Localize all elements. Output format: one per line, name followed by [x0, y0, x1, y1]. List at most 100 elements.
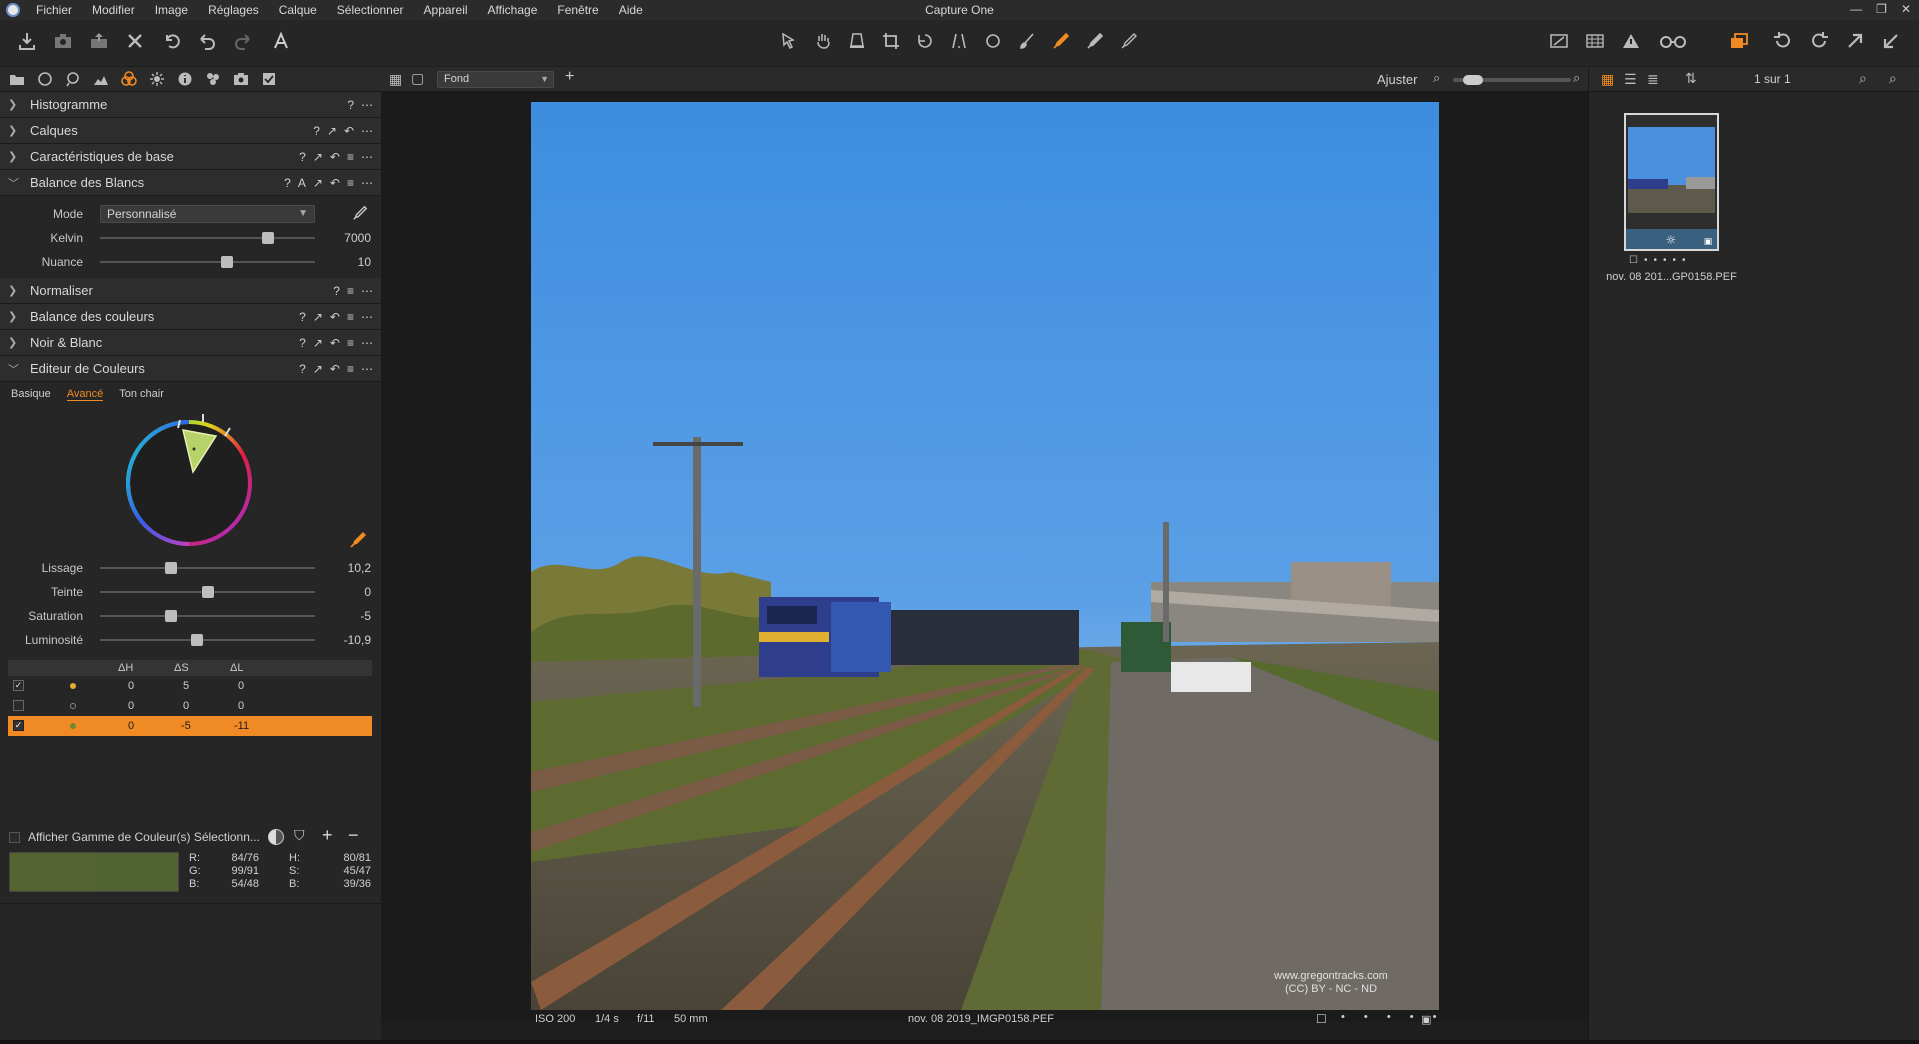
row-checkbox[interactable]: [13, 700, 24, 711]
auto-icon[interactable]: A: [298, 176, 306, 190]
copy-apply-icon[interactable]: ↗: [327, 124, 337, 138]
help-icon[interactable]: ?: [299, 362, 306, 376]
help-icon[interactable]: ?: [284, 176, 291, 190]
output-tab-icon[interactable]: [230, 69, 252, 89]
app-icon[interactable]: [6, 3, 20, 17]
copy-apply-icon[interactable]: ↗: [313, 310, 323, 324]
rotate-left-icon[interactable]: [1770, 28, 1796, 54]
multi-view-icon[interactable]: ▦: [389, 71, 402, 88]
menu-selectionner[interactable]: Sélectionner: [327, 3, 414, 17]
smoothness-slider-thumb[interactable]: [164, 562, 177, 574]
color-tab-icon[interactable]: [118, 69, 140, 89]
tab-advanced[interactable]: Avancé: [66, 388, 104, 401]
pan-hand-icon[interactable]: [810, 28, 836, 54]
filmstrip-view-icon[interactable]: ≣: [1647, 71, 1659, 88]
details-tab-icon[interactable]: [174, 69, 196, 89]
zoom-out-icon[interactable]: ⌕: [1433, 70, 1440, 86]
thumbnail[interactable]: ☼ ▣: [1624, 113, 1719, 251]
more-icon[interactable]: ⋯: [361, 124, 373, 138]
section-base-characteristics[interactable]: ❯ Caractéristiques de base ? ↗ ↶ ≡ ⋯: [0, 144, 381, 170]
text-icon[interactable]: [268, 28, 294, 54]
before-after-icon[interactable]: [1546, 28, 1572, 54]
zoom-in-icon[interactable]: ⌕: [1573, 70, 1580, 86]
crop-icon[interactable]: [878, 28, 904, 54]
wb-mode-select[interactable]: Personnalisé ▼: [100, 205, 315, 223]
reset-icon[interactable]: ↶: [330, 150, 340, 164]
show-gamut-checkbox[interactable]: [9, 831, 20, 843]
copy-apply-icon[interactable]: ↗: [313, 362, 323, 376]
section-black-white[interactable]: ❯ Noir & Blanc ? ↗ ↶ ≡ ⋯: [0, 330, 381, 356]
loupe-icon[interactable]: [844, 28, 870, 54]
nuance-slider-thumb[interactable]: [220, 256, 233, 268]
zoom-slider[interactable]: [1453, 75, 1571, 85]
help-icon[interactable]: ?: [299, 336, 306, 350]
color-tag-icon[interactable]: ▣: [1421, 1013, 1431, 1026]
table-row[interactable]: ✓ 0 5 0: [8, 676, 372, 696]
list-view-icon[interactable]: ☰: [1624, 71, 1637, 88]
wb-picker-icon[interactable]: [351, 204, 369, 222]
sort-icon[interactable]: ⇅: [1685, 70, 1697, 87]
exposure-warning-icon[interactable]: [1618, 28, 1644, 54]
color-wheel[interactable]: [0, 406, 381, 556]
redo-icon[interactable]: [230, 28, 256, 54]
menu-calque[interactable]: Calque: [269, 3, 327, 17]
section-color-editor[interactable]: ﹀ Editeur de Couleurs ? ↗ ↶ ≡ ⋯: [0, 356, 381, 382]
smoothness-value[interactable]: 10,2: [321, 561, 371, 575]
picker-add-icon[interactable]: ⛉: [294, 827, 305, 844]
batch-tab-icon[interactable]: [258, 69, 280, 89]
more-icon[interactable]: ⋯: [361, 98, 373, 112]
single-view-icon[interactable]: ▢: [411, 70, 424, 87]
copy-apply-icon[interactable]: ↗: [313, 336, 323, 350]
tab-skin-tone[interactable]: Ton chair: [119, 388, 164, 400]
copy-apply-icon[interactable]: ↗: [313, 176, 323, 190]
library-tab-icon[interactable]: [6, 69, 28, 89]
copy-arrow-icon[interactable]: [1878, 28, 1904, 54]
layer-select[interactable]: Fond ▼: [437, 71, 554, 88]
section-white-balance[interactable]: ﹀ Balance des Blancs ? A ↗ ↶ ≡ ⋯: [0, 170, 381, 196]
lens-tab-icon[interactable]: [62, 69, 84, 89]
menu-modifier[interactable]: Modifier: [82, 3, 145, 17]
photo[interactable]: www.gregontracks.com (CC) BY - NC - ND: [531, 102, 1439, 1010]
table-row[interactable]: 0 0 0: [8, 696, 372, 716]
wb-picker-icon[interactable]: [1082, 28, 1108, 54]
rotate-icon[interactable]: [912, 28, 938, 54]
import-icon[interactable]: [14, 28, 40, 54]
grid-icon[interactable]: [1582, 28, 1608, 54]
saturation-value[interactable]: -5: [321, 609, 371, 623]
camera-icon[interactable]: [50, 28, 76, 54]
reset-icon[interactable]: ↶: [330, 336, 340, 350]
nuance-value[interactable]: 10: [321, 255, 371, 269]
tab-basic[interactable]: Basique: [11, 388, 51, 400]
more-icon[interactable]: ⋯: [361, 176, 373, 190]
apply-arrow-icon[interactable]: [1842, 28, 1868, 54]
copy-apply-icon[interactable]: ↗: [313, 150, 323, 164]
more-icon[interactable]: ⋯: [361, 362, 373, 376]
annotate-icon[interactable]: [1116, 28, 1142, 54]
reset-icon[interactable]: ↶: [344, 124, 354, 138]
section-histogram[interactable]: ❯ Histogramme ? ⋯: [0, 92, 381, 118]
fit-label[interactable]: Ajuster: [1377, 72, 1417, 87]
more-icon[interactable]: ⋯: [361, 336, 373, 350]
select-cursor-icon[interactable]: [776, 28, 802, 54]
zoom-icon[interactable]: ⌕: [1859, 70, 1867, 87]
hue-value[interactable]: 0: [321, 585, 371, 599]
saturation-slider-thumb[interactable]: [164, 610, 177, 622]
reset-icon[interactable]: ↶: [330, 176, 340, 190]
row-checkbox[interactable]: ✓: [13, 720, 24, 731]
hue-slider-thumb[interactable]: [201, 586, 214, 598]
help-icon[interactable]: ?: [313, 124, 320, 138]
minimize-icon[interactable]: —: [1850, 2, 1862, 16]
grid-view-icon[interactable]: ▦: [1601, 71, 1614, 88]
help-icon[interactable]: ?: [299, 310, 306, 324]
menu-fenetre[interactable]: Fenêtre: [547, 3, 608, 17]
remove-icon[interactable]: −: [348, 825, 359, 846]
section-normalize[interactable]: ❯ Normaliser ? ≡ ⋯: [0, 278, 381, 304]
reset-icon[interactable]: [158, 28, 184, 54]
rating-box-icon[interactable]: ☐: [1316, 1012, 1327, 1026]
more-icon[interactable]: ⋯: [361, 150, 373, 164]
menu-aide[interactable]: Aide: [609, 3, 653, 17]
section-layers[interactable]: ❯ Calques ? ↗ ↶ ⋯: [0, 118, 381, 144]
luminosity-slider-thumb[interactable]: [190, 634, 203, 646]
adjustments-tab-icon[interactable]: [202, 69, 224, 89]
restore-icon[interactable]: ❐: [1876, 2, 1887, 16]
